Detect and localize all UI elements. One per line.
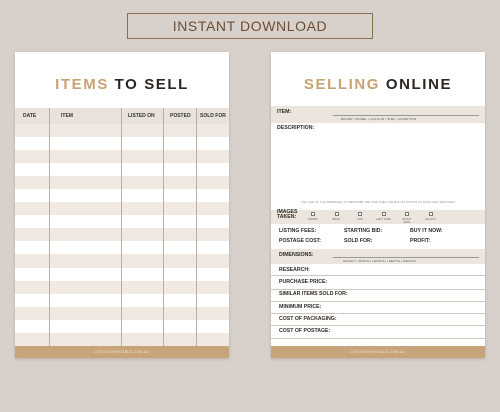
divider	[271, 275, 485, 276]
col-sold-for: SOLD FOR	[200, 113, 226, 119]
column-divider	[49, 108, 50, 346]
divider	[271, 300, 485, 302]
image-checkbox[interactable]	[311, 212, 315, 216]
divider	[271, 313, 485, 315]
dimensions-label: DIMENSIONS:	[279, 252, 314, 258]
research-item-label: PURCHASE PRICE:	[279, 279, 328, 285]
instant-download-banner: INSTANT DOWNLOAD	[127, 13, 373, 39]
column-divider	[163, 108, 164, 346]
image-option-label: RIGHT SIDE	[402, 218, 412, 224]
description-hint: USE ONE OF THE WEBPAGES TO DESCRIBE THE …	[301, 201, 456, 204]
image-checkbox[interactable]	[334, 212, 339, 216]
col-date: DATE	[23, 113, 37, 119]
col-listed-on: LISTED ON	[128, 113, 155, 119]
sheet-footer: LISTINGPRINTABLE.COM.AU	[15, 346, 229, 358]
images-band	[271, 210, 485, 224]
col-posted: POSTED	[170, 113, 191, 119]
column-divider	[196, 108, 197, 346]
divider	[271, 288, 485, 290]
image-option-label: FAULTS	[425, 218, 436, 221]
image-checkbox[interactable]	[405, 212, 409, 216]
sold-for-label: SOLD FOR:	[344, 238, 373, 244]
title-rest: TO SELL	[108, 76, 189, 93]
item-subfields: BRAND | MODEL | COLOUR | SIZE | CONDITIO…	[341, 117, 417, 121]
research-item-label: COST OF POSTAGE:	[279, 328, 331, 335]
item-label: ITEM:	[277, 109, 292, 115]
selling-online-sheet: SELLING ONLINE ITEM: BRAND | MODEL | COL…	[271, 52, 485, 358]
images-label: IMAGES TAKEN:	[277, 209, 298, 221]
sheet-footer: LISTINGPRINTABLE.COM.AU	[271, 346, 485, 358]
listing-fees-label: LISTING FEES:	[279, 228, 317, 234]
items-to-sell-title: ITEMS TO SELL	[15, 76, 229, 93]
title-accent: ITEMS	[55, 76, 109, 93]
postage-cost-label: POSTAGE COST:	[279, 238, 321, 244]
description-label: DESCRIPTION:	[277, 125, 315, 131]
buy-it-now-label: BUY IT NOW:	[410, 228, 443, 234]
profit-label: PROFIT:	[410, 238, 431, 244]
item-line	[333, 115, 479, 116]
title-accent: SELLING	[303, 76, 381, 93]
image-checkbox[interactable]	[381, 212, 386, 216]
research-item-label: COST OF PACKAGING:	[279, 315, 337, 322]
image-option-label: LEFT SIDE	[376, 218, 391, 221]
image-option-label: FRONT	[308, 218, 318, 221]
starting-bid-label: STARTING BID:	[344, 228, 383, 234]
title-rest: ONLINE	[380, 76, 453, 93]
image-checkbox[interactable]	[358, 212, 362, 216]
research-label: RESEARCH:	[279, 267, 310, 273]
col-item: ITEM	[61, 113, 73, 119]
column-divider	[121, 108, 122, 346]
items-to-sell-sheet: ITEMS TO SELL DATE ITEM LISTED ON POSTED…	[15, 52, 229, 358]
dimensions-subfields: HEIGHT | WIDTH | LENGTH | DEPTH | WEIGHT	[343, 258, 417, 263]
image-checkbox[interactable]	[428, 212, 433, 216]
research-item-label: SIMILAR ITEMS SOLD FOR:	[279, 291, 348, 298]
image-option-label: BACK	[332, 218, 341, 221]
selling-online-title: SELLING ONLINE	[271, 76, 485, 93]
research-item-label: MINIMUM PRICE:	[279, 303, 322, 310]
divider	[271, 325, 485, 327]
image-option-label: TOP	[357, 218, 363, 221]
divider	[271, 337, 485, 339]
